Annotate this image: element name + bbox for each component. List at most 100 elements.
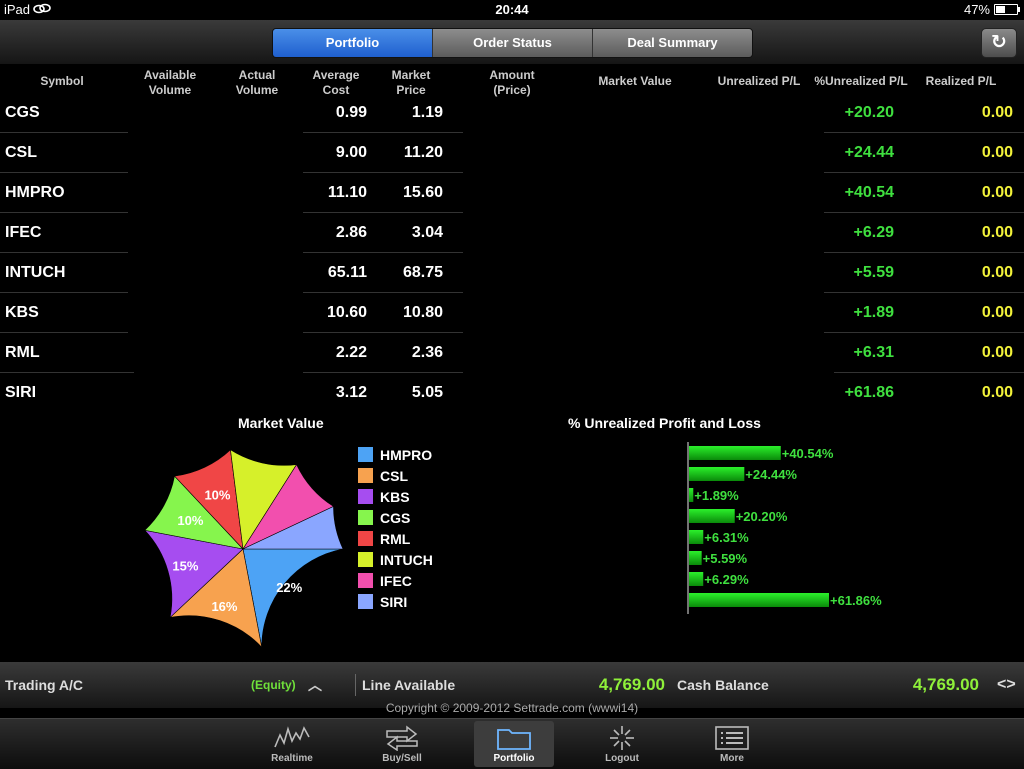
clock: 20:44 (495, 2, 529, 17)
row-market-price: 2.36 (411, 344, 443, 361)
tab-portfolio[interactable]: Portfolio (273, 29, 432, 57)
divider (303, 292, 463, 293)
bar-value-label: +20.20% (736, 509, 788, 524)
tabbar-label: Portfolio (493, 753, 535, 764)
legend-item: CGS (358, 507, 433, 528)
table-row[interactable]: KBS 10.60 10.80 +1.89 0.00 (0, 293, 1024, 333)
tab-order-status[interactable]: Order Status (432, 29, 592, 57)
row-symbol: CSL (5, 144, 37, 161)
logout-spinner-icon (610, 726, 634, 750)
pie-slice-label: 15% (172, 559, 198, 574)
more-list-icon (715, 726, 749, 750)
row-realized: 0.00 (981, 264, 1013, 281)
row-realized: 0.00 (981, 224, 1013, 241)
table-row[interactable]: RML 2.22 2.36 +6.31 0.00 (0, 333, 1024, 373)
row-pct-unrealized: +24.44 (844, 144, 894, 161)
divider (824, 252, 1024, 253)
legend-swatch (358, 468, 373, 483)
legend-swatch (358, 510, 373, 525)
divider (303, 372, 463, 373)
market-value-pie-chart: 22% 16% 15% 10%10% (143, 449, 344, 649)
tabbar-realtime[interactable]: Realtime (252, 721, 332, 767)
legend-item: CSL (358, 465, 433, 486)
legend-item: IFEC (358, 570, 433, 591)
tabbar-logout[interactable]: Logout (582, 721, 662, 767)
table-row[interactable]: SIRI 3.12 5.05 +61.86 0.00 (0, 373, 1024, 413)
status-bar: iPad 20:44 47% (0, 0, 1024, 20)
row-average-cost: 10.60 (326, 304, 367, 321)
row-pct-unrealized: +40.54 (844, 184, 894, 201)
row-pct-unrealized: +5.59 (853, 264, 894, 281)
table-row[interactable]: CSL 9.00 11.20 +24.44 0.00 (0, 133, 1024, 173)
tab-deal-summary[interactable]: Deal Summary (592, 29, 752, 57)
row-pct-unrealized: +6.31 (853, 344, 894, 361)
divider (834, 372, 1024, 373)
divider (0, 372, 134, 373)
divider (303, 212, 463, 213)
bar-cgs (689, 509, 735, 523)
bar-value-label: +6.29% (704, 572, 749, 587)
tabbar-buy-sell[interactable]: Buy/Sell (362, 721, 442, 767)
copyright-text: Copyright © 2009-2012 Settrade.com (wwwi… (385, 701, 639, 715)
left-right-arrows-icon: <> (997, 676, 1016, 693)
refresh-icon: ↻ (991, 32, 1007, 53)
divider (0, 292, 128, 293)
legend-label: IFEC (380, 572, 412, 589)
divider (303, 132, 463, 133)
divider (824, 212, 1024, 213)
row-average-cost: 0.99 (335, 104, 367, 121)
row-market-price: 5.05 (411, 384, 443, 401)
col-pct-unrealized-pl: %Unrealized P/L (814, 74, 908, 88)
row-average-cost: 3.12 (335, 384, 367, 401)
bar-value-label: +40.54% (782, 446, 834, 461)
row-market-price: 68.75 (402, 264, 443, 281)
row-realized: 0.00 (981, 104, 1013, 121)
divider (0, 252, 128, 253)
top-toolbar: Portfolio Order Status Deal Summary ↻ (0, 20, 1024, 65)
table-row[interactable]: IFEC 2.86 3.04 +6.29 0.00 (0, 213, 1024, 253)
row-average-cost: 2.22 (335, 344, 367, 361)
row-average-cost: 9.00 (335, 144, 367, 161)
legend-label: INTUCH (380, 551, 433, 568)
tabbar-portfolio[interactable]: Portfolio (474, 721, 554, 767)
table-row[interactable]: INTUCH 65.11 68.75 +5.59 0.00 (0, 253, 1024, 293)
folder-icon (497, 729, 531, 750)
divider (303, 252, 463, 253)
divider (0, 212, 128, 213)
row-average-cost: 11.10 (327, 184, 367, 201)
table-row[interactable]: HMPRO 11.10 15.60 +40.54 0.00 (0, 173, 1024, 213)
legend-label: CSL (380, 467, 408, 484)
tabbar-label: Buy/Sell (382, 753, 422, 764)
view-segmented-control: Portfolio Order Status Deal Summary (272, 28, 753, 58)
table-row[interactable]: CGS 0.99 1.19 +20.20 0.00 (0, 93, 1024, 133)
row-market-price: 15.60 (402, 184, 443, 201)
divider (303, 332, 463, 333)
divider (355, 674, 356, 696)
col-market-value: Market Value (598, 74, 672, 88)
row-realized: 0.00 (981, 304, 1013, 321)
pie-legend: HMPRO CSL KBS CGS RML INTUCH IFEC SIRI (358, 444, 433, 612)
bar-hmpro (689, 446, 781, 460)
legend-item: INTUCH (358, 549, 433, 570)
battery-percent: 47% (963, 2, 990, 17)
col-unrealized-pl: Unrealized P/L (717, 74, 801, 88)
row-symbol: CGS (5, 104, 40, 121)
legend-label: KBS (380, 488, 410, 505)
bottom-tab-bar: Realtime Buy/Sell Portfolio Logout More (0, 718, 1024, 769)
tabbar-label: Realtime (271, 753, 313, 764)
row-realized: 0.00 (981, 144, 1013, 161)
pie-slice-label: 22% (276, 580, 302, 595)
bar-ifec (689, 572, 704, 586)
row-symbol: RML (5, 344, 40, 361)
row-realized: 0.00 (981, 384, 1013, 401)
realtime-chart-icon (274, 726, 310, 748)
refresh-button[interactable]: ↻ (981, 28, 1017, 58)
row-average-cost: 65.11 (327, 264, 367, 281)
pie-slice-label: 16% (211, 599, 237, 614)
bar-value-label: +6.31% (704, 530, 749, 545)
row-symbol: HMPRO (5, 184, 65, 201)
col-symbol: Symbol (40, 74, 84, 88)
tabbar-more[interactable]: More (692, 721, 772, 767)
row-pct-unrealized: +6.29 (853, 224, 894, 241)
row-market-price: 1.19 (411, 104, 443, 121)
